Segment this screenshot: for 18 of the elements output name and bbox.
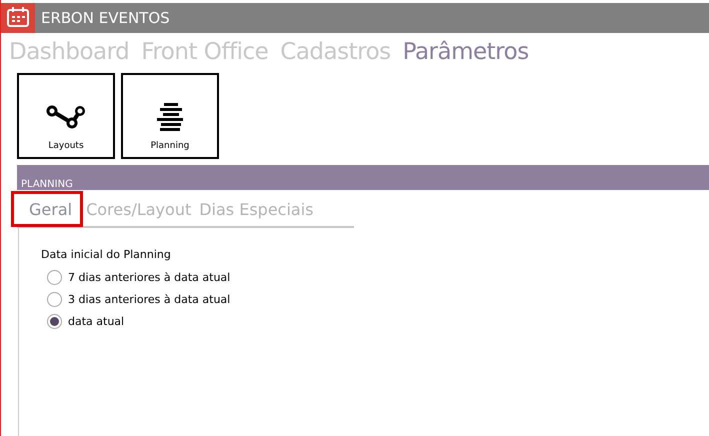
connected-nodes-icon [46,103,86,131]
tab[interactable]: Dias Especiais [199,200,314,226]
option-label[interactable]: 3 dias anteriores à data atual [68,293,230,306]
tile-button[interactable]: Layouts [17,73,115,159]
tile-button[interactable]: Planning [121,73,219,159]
option-label[interactable]: data atual [68,315,124,328]
tab[interactable]: Cores/Layout [86,200,192,226]
option-label[interactable]: 7 dias anteriores à data atual [68,271,230,284]
nav-tab[interactable]: Parâmetros [402,39,529,73]
radio-button[interactable] [47,314,62,329]
highlight-box [11,191,83,227]
window-title: ERBON EVENTOS [41,9,170,27]
section-title: PLANNING [20,179,73,190]
radio-button[interactable] [47,270,62,285]
radio-button[interactable] [47,292,62,307]
calendar-icon [1,3,35,33]
group-label: Data inicial do Planning [41,248,172,261]
tab[interactable]: Geral [29,200,72,226]
